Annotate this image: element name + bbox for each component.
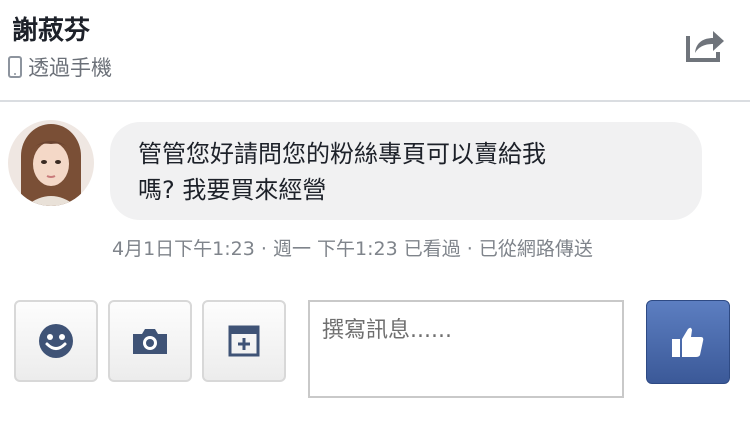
sticker-button[interactable] (202, 300, 286, 382)
message-input[interactable]: 撰寫訊息...... (308, 300, 624, 398)
camera-icon (133, 329, 167, 354)
camera-button[interactable] (108, 300, 192, 382)
thumbs-up-icon (672, 327, 704, 357)
smiley-icon (39, 324, 73, 358)
contact-status: 透過手機 (8, 52, 112, 82)
message-bubble[interactable]: 管管您好請問您的粉絲專頁可以賣給我 嗎? 我要買來經營 (110, 122, 702, 220)
emoji-button[interactable] (14, 300, 98, 382)
status-text: 透過手機 (28, 56, 112, 80)
message-text-line-2: 嗎? 我要買來經營 (138, 176, 327, 204)
message-meta: 4月1日下午1:23 · 週一 下午1:23 已看過 · 已從網路傳送 (112, 238, 593, 260)
sender-avatar[interactable] (8, 120, 94, 206)
mobile-phone-icon (8, 56, 22, 78)
contact-name[interactable]: 謝菽芬 (12, 10, 90, 47)
header-divider (0, 100, 750, 102)
share-button[interactable] (684, 26, 726, 64)
conversation-header: 謝菽芬 透過手機 (0, 0, 750, 100)
like-button[interactable] (646, 300, 730, 384)
add-sticker-icon (228, 325, 260, 357)
message-text-line-1: 管管您好請問您的粉絲專頁可以賣給我 (138, 140, 546, 168)
share-icon (686, 31, 724, 62)
